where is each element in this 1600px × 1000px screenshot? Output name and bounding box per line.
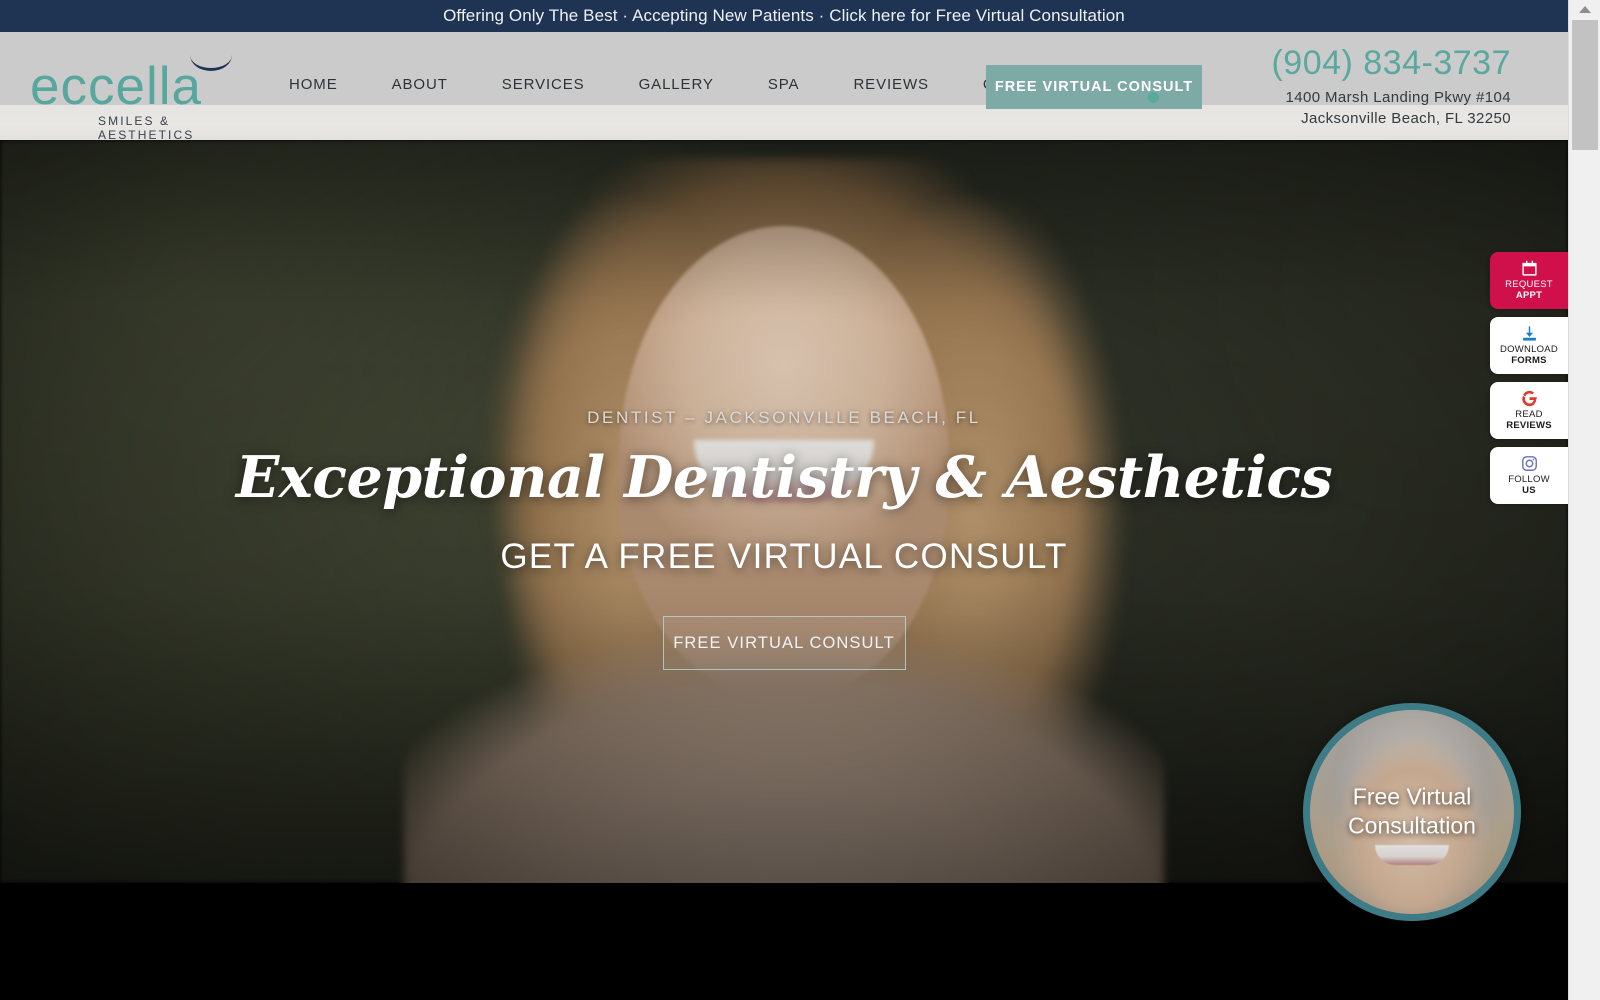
- header-contact-block: (904) 834-3737 1400 Marsh Landing Pkwy #…: [1148, 44, 1511, 130]
- hero-headline: Exceptional Dentistry & Aesthetics: [235, 444, 1333, 511]
- scrollbar-thumb[interactable]: [1572, 20, 1598, 150]
- browser-page: Offering Only The Best · Accepting New P…: [0, 0, 1600, 1000]
- main-navigation: HOME ABOUT SERVICES GALLERY SPA REVIEWS …: [262, 76, 1088, 93]
- nav-item-home[interactable]: HOME: [262, 76, 365, 93]
- nav-item-about[interactable]: ABOUT: [365, 76, 475, 93]
- instagram-icon: [1521, 454, 1538, 472]
- hero-eyebrow: DENTIST – JACKSONVILLE BEACH, FL: [587, 408, 981, 427]
- calendar-icon: [1521, 259, 1538, 277]
- badge-text: Free Virtual Consultation: [1310, 783, 1514, 842]
- scrollbar-up-arrow[interactable]: [1569, 0, 1600, 18]
- site-header: eccella SMILES & AESTHETICS HOME ABOUT S…: [0, 32, 1568, 142]
- address-line-1: 1400 Marsh Landing Pkwy #104: [1285, 89, 1511, 107]
- badge-line-1: Free Virtual: [1352, 783, 1472, 810]
- rail-label-line2: FORMS: [1511, 355, 1547, 366]
- nav-item-services[interactable]: SERVICES: [475, 76, 612, 93]
- rail-item-follow-us[interactable]: FOLLOW US: [1490, 447, 1568, 504]
- announcement-bar[interactable]: Offering Only The Best · Accepting New P…: [0, 0, 1568, 32]
- hero-subheading: GET A FREE VIRTUAL CONSULT: [500, 537, 1068, 576]
- nav-item-gallery[interactable]: GALLERY: [612, 76, 741, 93]
- rail-item-request-appt[interactable]: REQUEST APPT: [1490, 252, 1568, 309]
- rail-label-line2: REVIEWS: [1506, 420, 1552, 431]
- rail-item-read-reviews[interactable]: READ REVIEWS: [1490, 382, 1568, 439]
- vertical-scrollbar[interactable]: [1568, 0, 1600, 1000]
- phone-number-link[interactable]: (904) 834-3737: [1191, 44, 1511, 83]
- announcement-text[interactable]: Offering Only The Best · Accepting New P…: [443, 6, 1125, 26]
- free-virtual-consultation-badge[interactable]: Free Virtual Consultation: [1303, 703, 1521, 921]
- logo-tagline: SMILES & AESTHETICS: [98, 114, 195, 142]
- header-free-consult-button[interactable]: FREE VIRTUAL CONSULT: [986, 65, 1202, 109]
- rail-label-line2: US: [1522, 485, 1536, 496]
- nav-item-reviews[interactable]: REVIEWS: [826, 76, 955, 93]
- nav-item-spa[interactable]: SPA: [741, 76, 827, 93]
- page-viewport: Offering Only The Best · Accepting New P…: [0, 0, 1568, 1000]
- rail-item-download-forms[interactable]: DOWNLOAD FORMS: [1490, 317, 1568, 374]
- address-line-2: Jacksonville Beach, FL 32250: [1301, 110, 1511, 128]
- download-icon: [1521, 324, 1538, 342]
- logo-wordmark: eccella: [30, 57, 202, 116]
- hero-free-consult-button[interactable]: FREE VIRTUAL CONSULT: [662, 616, 906, 670]
- site-logo[interactable]: eccella SMILES & AESTHETICS: [30, 48, 235, 142]
- rail-label-line2: APPT: [1515, 290, 1543, 301]
- google-g-icon: [1521, 389, 1538, 407]
- address-block[interactable]: 1400 Marsh Landing Pkwy #104 Jacksonvill…: [1148, 87, 1511, 130]
- badge-line-2: Consultation: [1348, 813, 1476, 839]
- side-action-rail: REQUEST APPT DOWNLOAD FORMS READ REVIEWS…: [1490, 252, 1568, 504]
